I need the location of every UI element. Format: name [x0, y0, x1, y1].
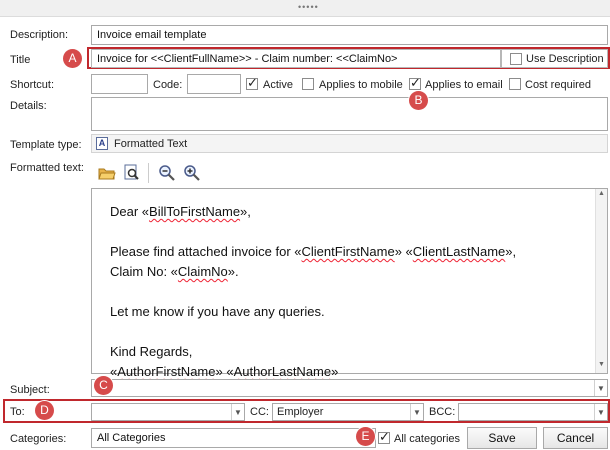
preview-icon[interactable] — [123, 164, 141, 182]
marker-b: B — [409, 91, 428, 110]
applies-mobile-label: Applies to mobile — [319, 79, 403, 91]
editor-document: Dear «BillToFirstName», Please find atta… — [110, 202, 516, 382]
scroll-up-icon[interactable]: ▲ — [598, 190, 605, 197]
formatted-text-editor[interactable]: Dear «BillToFirstName», Please find atta… — [91, 188, 608, 379]
title-input[interactable]: Invoice for <<ClientFullName>> - Claim n… — [91, 49, 501, 68]
cost-required-label: Cost required — [525, 79, 592, 91]
editor-line-regards: Kind Regards, — [110, 344, 193, 359]
zoom-in-icon[interactable] — [183, 164, 201, 182]
editor-line-invoice: Please find attached invoice for «Client… — [110, 244, 517, 259]
active-checkbox[interactable] — [246, 75, 258, 91]
editor-scrollbar[interactable]: ▲ ▼ — [595, 189, 607, 373]
details-label: Details: — [10, 100, 47, 112]
active-label: Active — [263, 79, 293, 91]
marker-d: D — [35, 401, 54, 420]
toolbar-separator — [148, 163, 149, 183]
formatted-text-icon: A — [96, 137, 108, 150]
marker-e: E — [356, 427, 375, 446]
template-type-value: Formatted Text — [114, 138, 188, 150]
code-label: Code: — [153, 79, 183, 91]
shortcut-label: Shortcut: — [10, 79, 55, 91]
all-categories-checkbox[interactable] — [378, 429, 390, 445]
bcc-label: BCC: — [429, 406, 456, 418]
use-description-checkbox[interactable] — [510, 53, 522, 65]
chevron-down-icon[interactable]: ▼ — [594, 380, 607, 396]
applies-email-checkbox[interactable] — [409, 75, 421, 91]
marker-c: C — [94, 376, 113, 395]
marker-a: A — [63, 49, 82, 68]
chevron-down-icon[interactable]: ▼ — [594, 404, 607, 420]
resize-grip-icon[interactable]: ••••• — [298, 3, 319, 12]
categories-label: Categories: — [10, 433, 67, 445]
categories-input[interactable]: All Categories — [91, 428, 376, 448]
editor-line-claim: Claim No: «ClaimNo». — [110, 264, 239, 279]
applies-email-label: Applies to email — [425, 79, 503, 91]
cancel-button[interactable]: Cancel — [543, 427, 608, 449]
shortcut-input[interactable] — [91, 74, 148, 94]
bcc-combobox[interactable]: ▼ — [458, 403, 608, 421]
code-input[interactable] — [187, 74, 241, 94]
cost-required-checkbox[interactable] — [509, 78, 521, 90]
use-description-label: Use Description — [526, 53, 604, 65]
chevron-down-icon[interactable]: ▼ — [231, 404, 244, 420]
all-categories-label: All categories — [394, 433, 461, 445]
cc-combobox[interactable]: Employer ▼ — [272, 403, 424, 421]
description-label: Description: — [10, 29, 69, 41]
subject-combobox[interactable]: ▼ — [91, 379, 608, 397]
to-label: To: — [10, 406, 25, 418]
chevron-down-icon[interactable]: ▼ — [410, 404, 423, 420]
template-type-label: Template type: — [10, 139, 82, 151]
applies-mobile-checkbox[interactable] — [302, 78, 314, 90]
save-button[interactable]: Save — [467, 427, 537, 449]
formatted-text-label: Formatted text: — [10, 162, 84, 174]
details-textarea[interactable] — [91, 97, 608, 131]
cc-label: CC: — [250, 406, 269, 418]
description-input[interactable]: Invoice email template — [91, 25, 608, 45]
zoom-out-icon[interactable] — [158, 164, 176, 182]
scroll-down-icon[interactable]: ▼ — [598, 361, 605, 368]
editor-line-greeting: Dear «BillToFirstName», — [110, 204, 251, 219]
open-folder-icon[interactable] — [98, 164, 116, 182]
to-combobox[interactable]: ▼ — [91, 403, 245, 421]
subject-label: Subject: — [10, 384, 50, 396]
title-label: Title — [10, 54, 31, 66]
editor-line-queries: Let me know if you have any queries. — [110, 304, 325, 319]
